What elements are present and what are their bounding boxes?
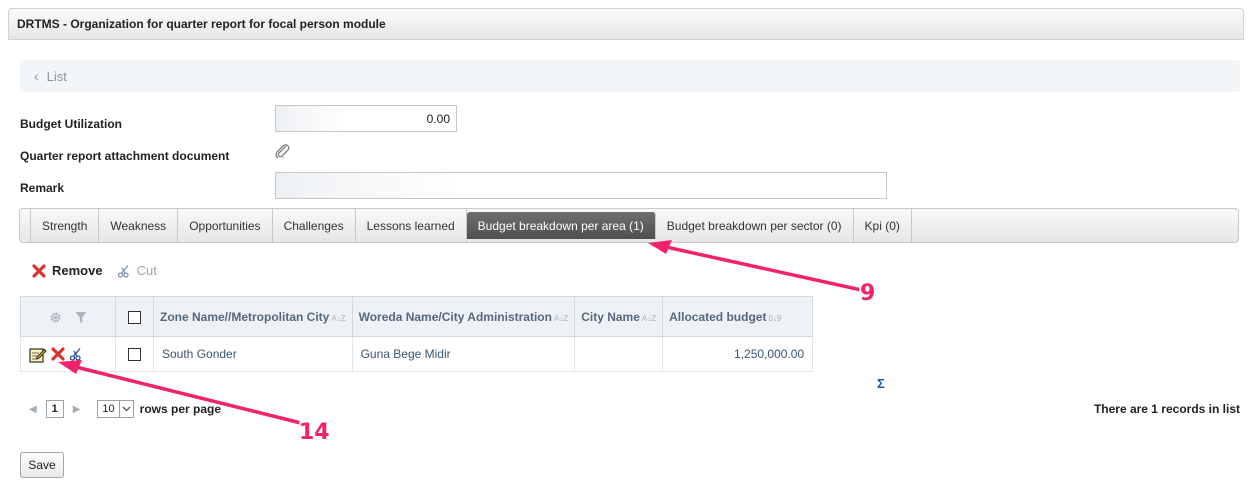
attachment-label: Quarter report attachment document [20, 149, 230, 163]
record-count: There are 1 records in list [1093, 402, 1240, 416]
select-all-header [115, 296, 154, 337]
sort-az-icon: A↓Z [641, 313, 657, 323]
column-woreda-name-label: Woreda Name/City Administration [358, 309, 552, 324]
current-page[interactable]: 1 [45, 400, 64, 418]
scissors-icon[interactable] [69, 347, 83, 361]
row-tools-cell [20, 336, 116, 372]
budget-utilization-label: Budget Utilization [20, 117, 122, 131]
paperclip-icon[interactable] [274, 142, 290, 161]
remark-label: Remark [20, 181, 65, 195]
tab-budget-per-sector[interactable]: Budget breakdown per sector (0) [656, 209, 854, 242]
remark-input[interactable] [275, 172, 887, 199]
rows-per-page-label: rows per page [139, 402, 222, 416]
filter-icon[interactable] [75, 311, 87, 324]
save-button[interactable]: Save [20, 452, 64, 478]
window-title-bar: DRTMS - Organization for quarter report … [8, 8, 1244, 40]
grid-tools-header [20, 296, 116, 337]
back-to-list-link[interactable]: ‹ List [20, 60, 1240, 92]
allocated-budget-cell: 1,250,000.00 [662, 336, 814, 372]
row-select-cell [115, 336, 154, 372]
rows-per-page-select[interactable]: 10 [97, 400, 134, 418]
remove-button[interactable]: Remove [32, 263, 103, 278]
column-zone-name[interactable]: Zone Name//Metropolitan City A↓Z [153, 296, 353, 337]
column-woreda-name[interactable]: Woreda Name/City Administration A↓Z [351, 296, 576, 337]
budget-utilization-input[interactable] [275, 105, 457, 132]
woreda-name-cell: Guna Bege Midir [351, 336, 576, 372]
gear-icon[interactable] [49, 311, 62, 324]
column-allocated-budget[interactable]: Allocated budget 0↓9 [662, 296, 814, 337]
sum-sigma-icon[interactable]: Σ [877, 376, 885, 391]
sort-az-icon: A↓Z [331, 313, 346, 323]
tab-weakness[interactable]: Weakness [99, 209, 179, 242]
remove-x-icon [32, 263, 46, 278]
tab-bar: Strength Weakness Opportunities Challeng… [19, 208, 1239, 243]
column-city-name-label: City Name [581, 309, 640, 324]
tab-strength[interactable]: Strength [30, 209, 100, 242]
select-all-checkbox[interactable] [128, 310, 141, 324]
budget-area-grid: Zone Name//Metropolitan City A↓Z Woreda N… [20, 296, 814, 372]
tab-budget-per-area[interactable]: Budget breakdown per area (1) [466, 212, 656, 239]
scissors-icon [117, 264, 129, 278]
zone-name-cell: South Gonder [153, 336, 353, 372]
remove-label: Remove [52, 263, 103, 278]
column-city-name[interactable]: City Name A↓Z [574, 296, 664, 337]
edit-icon[interactable] [29, 346, 47, 363]
back-link-label: List [46, 68, 67, 84]
sort-az-icon: A↓Z [553, 313, 569, 323]
window-title: DRTMS - Organization for quarter report … [17, 17, 386, 31]
annotation-arrow-9 [648, 240, 876, 295]
column-allocated-budget-label: Allocated budget [669, 309, 767, 324]
tab-kpi[interactable]: Kpi (0) [854, 209, 912, 242]
pager: ◀ 1 ▶ 10 rows per page [20, 400, 221, 418]
tab-opportunities[interactable]: Opportunities [178, 209, 273, 242]
table-row[interactable]: South Gonder Guna Bege Midir 1,250,000.0… [20, 336, 814, 372]
cut-label: Cut [136, 263, 157, 278]
prev-page-icon[interactable]: ◀ [29, 404, 37, 415]
tab-lessons-learned[interactable]: Lessons learned [356, 209, 467, 242]
column-zone-name-label: Zone Name//Metropolitan City [160, 309, 330, 324]
row-checkbox[interactable] [128, 348, 141, 362]
annotation-label-14: 14 [299, 420, 330, 445]
rows-per-page-value: 10 [102, 403, 115, 415]
chevron-left-icon: ‹ [34, 68, 39, 84]
cut-button[interactable]: Cut [117, 263, 157, 278]
annotation-label-9: 9 [860, 281, 876, 306]
next-page-icon[interactable]: ▶ [73, 404, 81, 415]
chevron-down-icon [118, 401, 133, 417]
city-name-cell [574, 336, 664, 372]
delete-x-icon[interactable] [51, 347, 65, 361]
sort-numeric-icon: 0↓9 [768, 313, 782, 323]
tab-challenges[interactable]: Challenges [273, 209, 356, 242]
grid-toolbar: Remove Cut [32, 263, 171, 278]
